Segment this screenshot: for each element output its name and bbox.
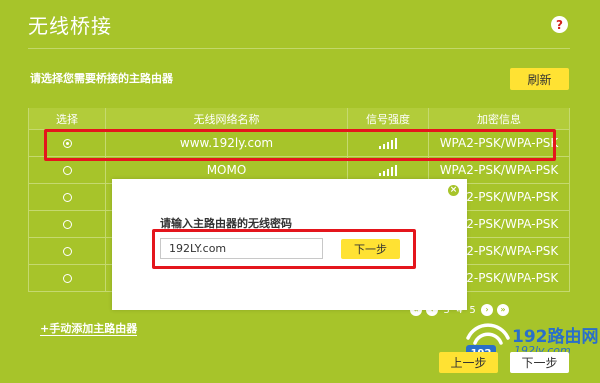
select-radio[interactable] bbox=[62, 165, 72, 175]
signal-strength-icon bbox=[379, 164, 397, 176]
select-cell bbox=[28, 238, 106, 264]
column-header-security: 加密信息 bbox=[429, 108, 570, 129]
table-header: 选择 无线网络名称 信号强度 加密信息 bbox=[28, 108, 570, 130]
selected-row-highlight bbox=[44, 129, 556, 161]
select-cell bbox=[28, 184, 106, 210]
next-step-button[interactable]: 下一步 bbox=[510, 352, 569, 373]
dialog-next-button[interactable]: 下一步 bbox=[341, 239, 400, 259]
select-radio[interactable] bbox=[62, 246, 72, 256]
column-header-select: 选择 bbox=[28, 108, 106, 129]
close-icon[interactable]: × bbox=[448, 185, 459, 196]
help-icon[interactable]: ? bbox=[551, 16, 568, 33]
select-radio[interactable] bbox=[62, 192, 72, 202]
previous-step-button[interactable]: 上一步 bbox=[439, 352, 498, 373]
select-cell bbox=[28, 211, 106, 237]
password-input[interactable] bbox=[160, 238, 323, 259]
next-page-icon[interactable]: › bbox=[481, 304, 493, 316]
refresh-button[interactable]: 刷新 bbox=[510, 68, 569, 90]
page-number[interactable]: 5 bbox=[468, 305, 477, 316]
select-radio[interactable] bbox=[62, 273, 72, 283]
last-page-icon[interactable]: » bbox=[497, 304, 509, 316]
column-header-signal: 信号强度 bbox=[348, 108, 429, 129]
page-title: 无线桥接 bbox=[28, 14, 112, 38]
section-label: 请选择您需要桥接的主路由器 bbox=[30, 72, 173, 85]
select-cell bbox=[28, 265, 106, 291]
column-header-ssid: 无线网络名称 bbox=[106, 108, 348, 129]
title-divider bbox=[28, 48, 570, 49]
password-dialog: × 请输入主路由器的无线密码 下一步 bbox=[112, 179, 467, 310]
select-radio[interactable] bbox=[62, 219, 72, 229]
add-router-link[interactable]: +手动添加主路由器 bbox=[40, 322, 138, 336]
